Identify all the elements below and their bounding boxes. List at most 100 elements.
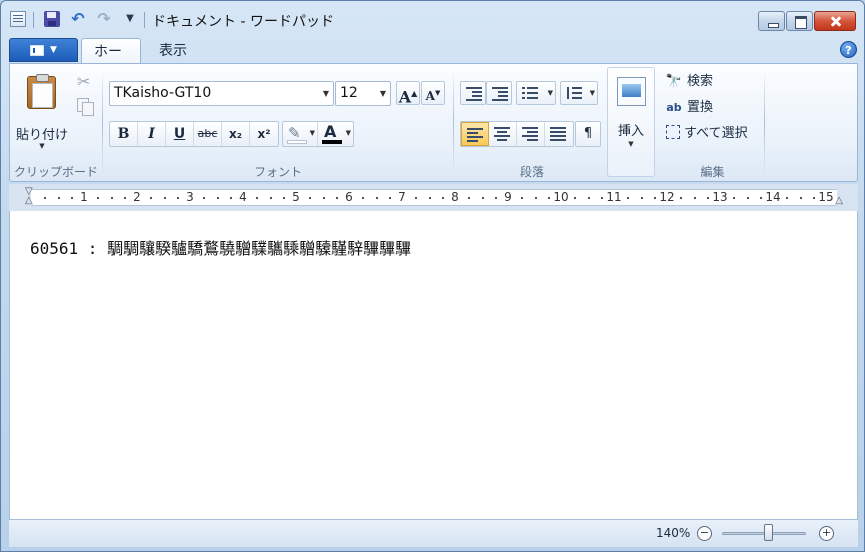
ruler-tick <box>733 197 736 199</box>
align-center-button[interactable] <box>489 122 517 146</box>
save-button[interactable] <box>41 9 61 29</box>
tab-home[interactable]: ホーム <box>81 38 141 86</box>
customize-qat-button[interactable]: ▼ <box>119 9 141 29</box>
ruler-tick <box>812 197 815 199</box>
insert-group: 挿入 ▼ <box>607 64 657 183</box>
ruler-number: 12 <box>659 190 675 204</box>
clipboard-icon <box>27 74 56 109</box>
document-area[interactable]: 60561 : 騆騆驤騤驢驕鶩驍驓驜驨騬驓驝騹騂驆驆驆 <box>9 211 858 519</box>
wordpad-app-icon[interactable] <box>10 11 26 27</box>
align-left-button[interactable] <box>461 122 489 146</box>
chevron-down-icon: ▼ <box>126 13 134 24</box>
chevron-down-icon: ▼ <box>345 129 351 137</box>
justify-button[interactable] <box>545 122 573 146</box>
ruler-tick <box>57 197 60 199</box>
paste-button[interactable]: 貼り付け ▼ <box>16 70 68 154</box>
ruler[interactable]: ▽ △ △ 1 2 3 4 5 6 7 8 9 10 11 12 13 14 15 <box>25 186 843 206</box>
window-controls <box>757 11 856 32</box>
ruler-tick <box>415 197 418 199</box>
ruler-tick <box>547 197 550 199</box>
binoculars-icon: 🔭 <box>665 74 683 89</box>
find-button[interactable]: 🔭 検索 <box>664 71 713 93</box>
ruler-tick <box>441 197 444 199</box>
grow-font-button[interactable]: A▲ <box>396 81 420 107</box>
bullet-list-button[interactable]: ▼ <box>516 81 556 105</box>
increase-indent-button[interactable] <box>486 81 512 105</box>
font-family-select[interactable]: TKaisho-GT10 ▼ <box>109 81 334 106</box>
bold-button[interactable]: B <box>110 122 138 146</box>
chevron-down-icon: ▼ <box>50 45 57 55</box>
ruler-number: 2 <box>133 190 141 204</box>
align-right-button[interactable] <box>517 122 545 146</box>
ruler-tick <box>388 197 391 199</box>
paragraph-dialog-button[interactable]: ¶ <box>575 121 601 147</box>
find-label: 検索 <box>687 74 714 89</box>
line-spacing-button[interactable]: ▼ <box>560 81 598 105</box>
ruler-tick <box>150 197 153 199</box>
underline-button[interactable]: U <box>166 122 194 146</box>
right-indent-marker[interactable]: △ <box>835 195 843 206</box>
close-button[interactable] <box>814 11 856 31</box>
ruler-tick <box>786 197 789 199</box>
ruler-number: 13 <box>712 190 728 204</box>
font-size-select[interactable]: 12 ▼ <box>335 81 391 106</box>
ruler-tick <box>322 197 325 199</box>
copy-icon[interactable] <box>76 97 94 116</box>
window-title: ドキュメント - ワードパッド <box>152 14 334 30</box>
decrease-indent-button[interactable] <box>460 81 486 105</box>
help-button[interactable]: ? <box>840 41 857 58</box>
left-indent-marker[interactable]: △ <box>25 195 33 206</box>
application-menu-button[interactable]: ▼ <box>9 38 78 62</box>
paragraph-group-label: 段落 <box>519 165 544 179</box>
italic-button[interactable]: I <box>138 122 166 146</box>
minimize-button[interactable] <box>758 11 785 31</box>
tab-view[interactable]: 表示 <box>147 38 199 64</box>
strikethrough-button[interactable]: abc <box>194 122 222 146</box>
ruler-number: 4 <box>239 190 247 204</box>
font-color-button[interactable]: A ▼ <box>318 122 353 146</box>
undo-button[interactable]: ↶ <box>67 9 89 29</box>
ruler-number: 5 <box>292 190 300 204</box>
zoom-in-button[interactable]: + <box>819 526 834 541</box>
cut-icon[interactable]: ✂ <box>77 72 90 91</box>
document-text[interactable]: 60561 : 騆騆驤騤驢驕鶩驍驓驜驨騬驓驝騹騂驆驆驆 <box>30 235 411 259</box>
chevron-down-icon: ▼ <box>628 140 634 148</box>
font-color-swatch <box>322 140 343 144</box>
ruler-tick <box>746 197 749 199</box>
zoom-out-button[interactable]: − <box>697 526 712 541</box>
font-size-value: 12 <box>340 85 358 101</box>
replace-button[interactable]: ab 置換 <box>664 97 713 119</box>
status-bar: 140% − + <box>9 519 858 547</box>
ruler-tick <box>375 197 378 199</box>
ruler-number: 9 <box>504 190 512 204</box>
redo-button[interactable]: ↷ <box>93 9 115 29</box>
ruler-tick <box>640 197 643 199</box>
ruler-tick <box>481 197 484 199</box>
font-family-value: TKaisho-GT10 <box>114 85 212 101</box>
ruler-tick <box>203 197 206 199</box>
align-center-icon <box>494 127 510 141</box>
alignment-buttons <box>460 121 574 147</box>
help-icon: ? <box>845 44 852 57</box>
ribbon: 貼り付け ▼ ✂ クリップボード TKaisho-GT10 ▼ 12 ▼ A▲ … <box>9 63 858 182</box>
paste-label: 貼り付け <box>16 128 69 143</box>
highlight-color-button[interactable]: ✎ ▼ <box>283 122 319 146</box>
shrink-font-button[interactable]: A▼ <box>421 81 445 105</box>
group-separator <box>764 69 765 177</box>
subscript-button[interactable]: x₂ <box>222 122 250 146</box>
zoom-slider-thumb[interactable] <box>763 524 773 541</box>
title-bar: ↶ ↷ ▼ ドキュメント - ワードパッド <box>1 1 864 37</box>
ruler-tick <box>627 197 630 199</box>
superscript-button[interactable]: x² <box>250 122 278 146</box>
undo-icon: ↶ <box>71 9 85 28</box>
grow-font-icon: A <box>398 87 412 107</box>
ruler-tick <box>428 197 431 199</box>
ruler-number: 10 <box>553 190 569 204</box>
ruler-tick <box>494 197 497 199</box>
font-color-icon: A <box>324 122 337 141</box>
select-all-button[interactable]: すべて選択 <box>664 123 748 145</box>
chevron-down-icon: ▼ <box>589 89 595 97</box>
maximize-button[interactable] <box>786 11 813 31</box>
insert-button[interactable]: 挿入 ▼ <box>607 67 655 177</box>
ruler-tick <box>468 197 471 199</box>
